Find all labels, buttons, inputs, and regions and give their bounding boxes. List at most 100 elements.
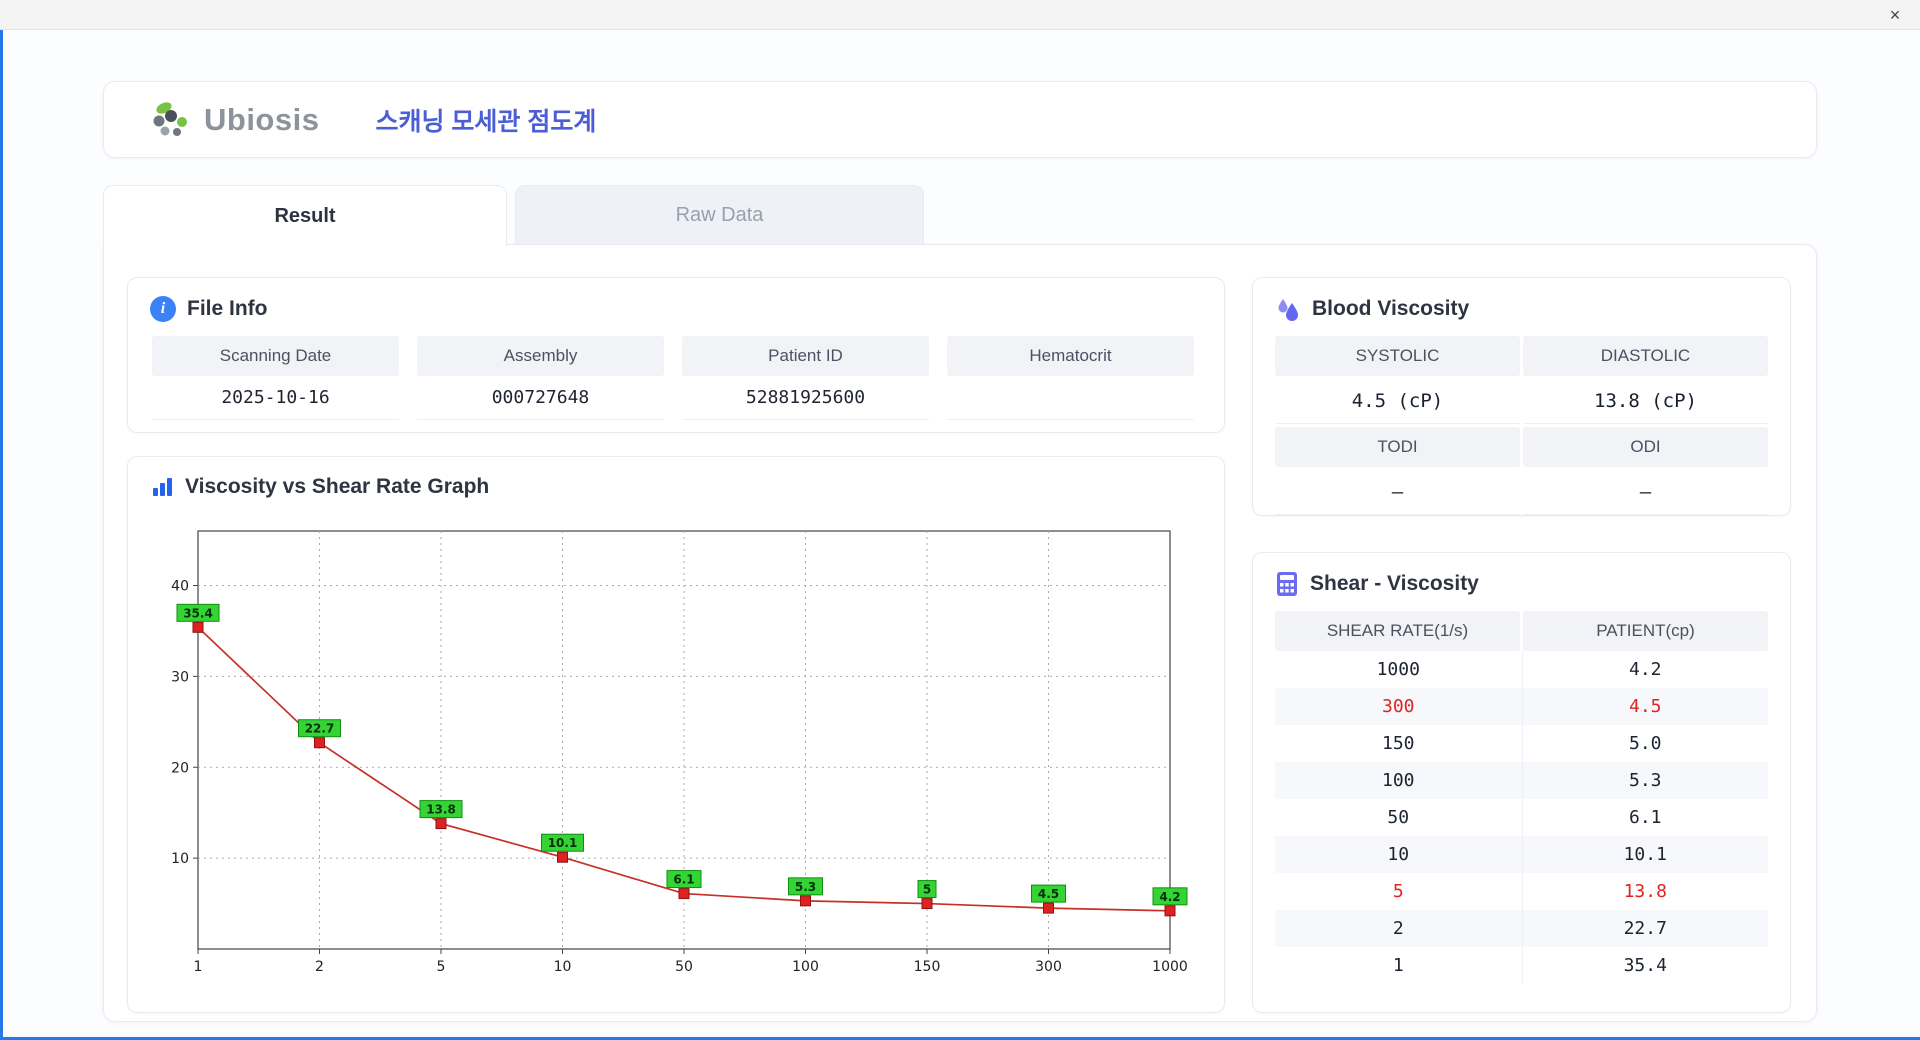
- file-info-panel: i File Info Scanning Date 2025-10-16 Ass…: [127, 277, 1225, 433]
- blood-viscosity-panel: Blood Viscosity SYSTOLIC DIASTOLIC 4.5 (…: [1252, 277, 1791, 516]
- svg-text:2: 2: [315, 959, 324, 975]
- odi-value: –: [1523, 470, 1768, 515]
- field-assembly: Assembly 000727648: [417, 336, 664, 420]
- odi-header: ODI: [1523, 427, 1768, 467]
- header-card: Ubiosis 스캐닝 모세관 점도계: [103, 81, 1817, 158]
- svg-text:300: 300: [1035, 959, 1062, 975]
- patient-column-header: PATIENT(cp): [1523, 611, 1768, 651]
- field-value: 52881925600: [682, 376, 929, 420]
- blood-viscosity-header: Blood Viscosity: [1253, 278, 1790, 332]
- table-row: 1 35.4: [1275, 947, 1768, 984]
- viscosity-chart: 10 20 30 40 1 2 5 10 50 100 150 300 1000 35.4 22.7 13.8…: [171, 530, 1188, 975]
- viscosity-graph-header: Viscosity vs Shear Rate Graph: [128, 457, 1224, 509]
- svg-text:50: 50: [675, 959, 693, 975]
- patient-cell: 5.3: [1521, 762, 1769, 799]
- svg-text:4.2: 4.2: [1159, 890, 1180, 904]
- blood-viscosity-table: SYSTOLIC DIASTOLIC 4.5 (cP) 13.8 (cP) TO…: [1253, 332, 1790, 515]
- table-row: 300 4.5: [1275, 688, 1768, 725]
- table-row: 5 13.8: [1275, 873, 1768, 910]
- patient-cell: 4.5: [1521, 688, 1769, 725]
- patient-cell: 10.1: [1521, 836, 1769, 873]
- svg-text:10.1: 10.1: [548, 836, 578, 850]
- tab-raw-data[interactable]: Raw Data: [515, 185, 924, 244]
- field-hematocrit: Hematocrit: [947, 336, 1194, 420]
- svg-text:30: 30: [171, 669, 189, 685]
- field-value: 2025-10-16: [152, 376, 399, 420]
- shear-rate-cell: 1000: [1376, 659, 1420, 680]
- bar-chart-icon: [153, 478, 172, 496]
- field-patient-id: Patient ID 52881925600: [682, 336, 929, 420]
- svg-text:13.8: 13.8: [426, 803, 456, 817]
- close-button[interactable]: ×: [1882, 2, 1908, 28]
- svg-text:4.5: 4.5: [1038, 887, 1059, 901]
- shear-rate-column-header: SHEAR RATE(1/s): [1275, 611, 1520, 651]
- tab-raw-data-label: Raw Data: [675, 203, 764, 226]
- shear-table-body: 1000 4.2 300 4.5 150 5.0 100 5.3 50 6.1 …: [1275, 651, 1768, 984]
- app-window: × Ubiosis 스캐닝 모세관 점도계 Result Raw Data i …: [0, 0, 1920, 1040]
- shear-viscosity-header: Shear - Viscosity: [1253, 553, 1790, 607]
- svg-text:5: 5: [437, 959, 446, 975]
- field-value: [947, 376, 1194, 420]
- shear-rate-cell: 100: [1381, 770, 1415, 791]
- table-row: 100 5.3: [1275, 762, 1768, 799]
- brand-logo-icon: [153, 101, 187, 136]
- shear-rate-cell: 300: [1381, 696, 1415, 717]
- svg-text:22.7: 22.7: [305, 722, 335, 736]
- window-titlebar: ×: [0, 0, 1920, 30]
- patient-cell: 6.1: [1521, 799, 1769, 836]
- shear-rate-cell: 10: [1387, 844, 1410, 865]
- diastolic-value: 13.8 (cP): [1523, 379, 1768, 424]
- info-icon: i: [150, 296, 176, 322]
- systolic-value: 4.5 (cP): [1275, 379, 1520, 424]
- patient-cell: 5.0: [1521, 725, 1769, 762]
- shear-rate-cell: 5: [1392, 881, 1404, 902]
- svg-text:35.4: 35.4: [183, 606, 213, 620]
- svg-text:100: 100: [792, 959, 819, 975]
- left-accent-border: [0, 30, 3, 1040]
- table-row: 50 6.1: [1275, 799, 1768, 836]
- field-label: Scanning Date: [152, 336, 399, 376]
- main-content-card: i File Info Scanning Date 2025-10-16 Ass…: [103, 244, 1817, 1022]
- brand-logo: Ubiosis: [150, 99, 319, 141]
- table-row: 2 22.7: [1275, 910, 1768, 947]
- todi-header: TODI: [1275, 427, 1520, 467]
- svg-text:10: 10: [554, 959, 572, 975]
- svg-text:1: 1: [194, 959, 203, 975]
- systolic-header: SYSTOLIC: [1275, 336, 1520, 376]
- svg-text:40: 40: [171, 579, 189, 595]
- field-value: 000727648: [417, 376, 664, 420]
- patient-cell: 4.2: [1521, 651, 1769, 688]
- viscosity-graph-title: Viscosity vs Shear Rate Graph: [185, 475, 490, 498]
- svg-text:6.1: 6.1: [673, 873, 694, 887]
- calculator-icon: [1277, 572, 1297, 596]
- table-row: 10 10.1: [1275, 836, 1768, 873]
- shear-table-header: SHEAR RATE(1/s) PATIENT(cp): [1275, 611, 1768, 651]
- field-scanning-date: Scanning Date 2025-10-16: [152, 336, 399, 420]
- tab-result[interactable]: Result: [103, 185, 507, 246]
- svg-text:5: 5: [923, 883, 931, 897]
- blood-droplet-icon: [1278, 299, 1298, 321]
- shear-viscosity-panel: Shear - Viscosity SHEAR RATE(1/s) PATIEN…: [1252, 552, 1791, 1013]
- shear-rate-cell: 2: [1392, 918, 1404, 939]
- blood-viscosity-title: Blood Viscosity: [1312, 297, 1470, 320]
- shear-rate-cell: 50: [1387, 807, 1410, 828]
- table-row: 150 5.0: [1275, 725, 1768, 762]
- diastolic-header: DIASTOLIC: [1523, 336, 1768, 376]
- svg-text:20: 20: [171, 760, 189, 776]
- shear-rate-cell: 1: [1392, 955, 1404, 976]
- field-label: Hematocrit: [947, 336, 1194, 376]
- shear-viscosity-title: Shear - Viscosity: [1310, 572, 1479, 595]
- shear-rate-cell: 150: [1381, 733, 1415, 754]
- svg-text:150: 150: [914, 959, 941, 975]
- file-info-header: i File Info: [128, 278, 1224, 332]
- todi-value: –: [1275, 470, 1520, 515]
- file-info-title: File Info: [187, 297, 268, 320]
- file-info-fields: Scanning Date 2025-10-16 Assembly 000727…: [128, 332, 1224, 420]
- tab-result-label: Result: [274, 204, 336, 227]
- patient-cell: 35.4: [1521, 947, 1769, 984]
- field-label: Assembly: [417, 336, 664, 376]
- svg-text:10: 10: [171, 851, 189, 867]
- tab-bar: Result Raw Data: [103, 185, 924, 246]
- svg-text:5.3: 5.3: [795, 880, 816, 894]
- chart-area: 10 20 30 40 1 2 5 10 50 100 150 300 1000 35.4 22.7 13.8…: [128, 509, 1224, 990]
